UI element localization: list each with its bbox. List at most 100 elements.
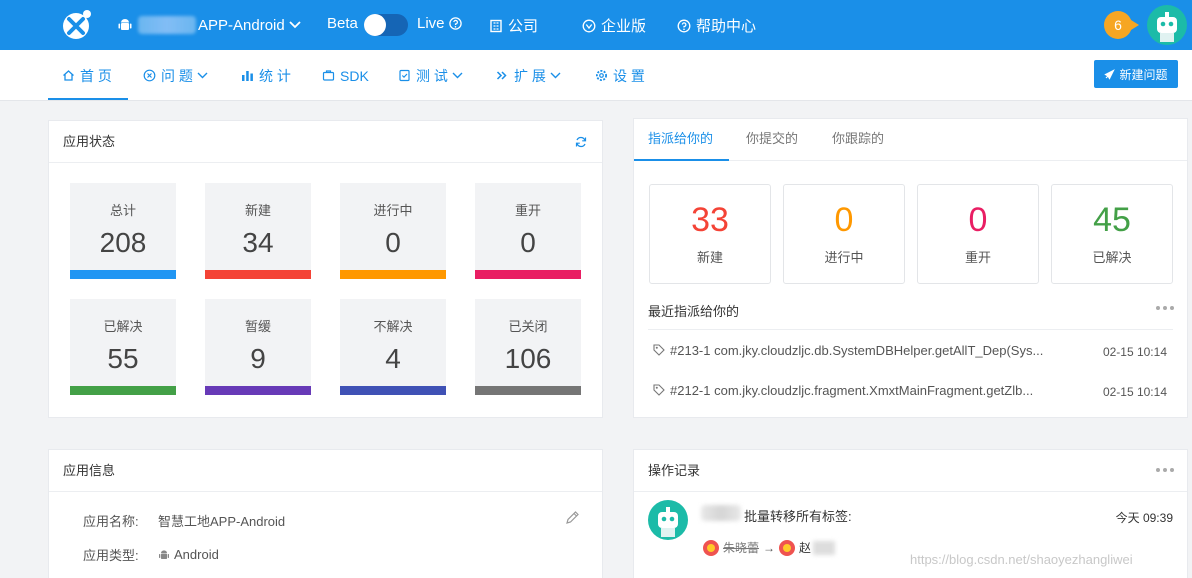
arrow-right-icon: → — [763, 540, 776, 555]
tile-value: 0 — [520, 227, 536, 258]
toggle-knob — [364, 14, 386, 36]
status-tile-resolved[interactable]: 已解决 55 — [70, 299, 176, 395]
app-switcher[interactable]: APP-Android — [118, 15, 301, 35]
live-text: Live — [417, 15, 445, 32]
operation-detail: 朱晓蕾 → 赵 — [703, 539, 836, 556]
tile-color-bar — [205, 270, 311, 279]
status-tile-closed[interactable]: 已关闭 106 — [475, 299, 581, 395]
sub-navigation: 首 页 问 题 统 计 SDK 测 试 扩 展 设 置 — [0, 50, 1192, 101]
tile-value: 208 — [99, 227, 147, 258]
chevron-down-icon — [550, 72, 561, 79]
nav-settings[interactable]: 设 置 — [595, 50, 645, 101]
beta-live-toggle[interactable] — [364, 14, 408, 36]
tile-value: 0 — [385, 227, 401, 258]
tab-followed-by-you[interactable]: 你跟踪的 — [832, 119, 884, 161]
recent-issue-row[interactable]: #213-1 com.jky.cloudzljc.db.SystemDBHelp… — [648, 331, 1173, 371]
app-logo-icon[interactable] — [60, 9, 94, 41]
nav-extend-label: 扩 展 — [514, 67, 546, 84]
tile-value: 34 — [242, 227, 274, 258]
nav-sdk[interactable]: SDK — [322, 50, 369, 101]
issue-title: #212-1 com.jky.cloudzljc.fragment.XmxtMa… — [670, 383, 1034, 398]
tile-label: 已解决 — [103, 319, 143, 334]
tile-value: 9 — [250, 343, 266, 374]
issue-title: #213-1 com.jky.cloudzljc.db.SystemDBHelp… — [670, 343, 1044, 358]
tile-color-bar — [70, 270, 176, 279]
home-icon — [63, 70, 74, 81]
status-tile-total[interactable]: 总计 208 — [70, 183, 176, 279]
tile-value: 55 — [107, 343, 139, 374]
app-name: APP-Android — [198, 16, 285, 34]
app-info-title: 应用信息 — [49, 450, 602, 492]
extend-icon — [496, 71, 507, 80]
status-tile-new[interactable]: 新建 34 — [205, 183, 311, 279]
tab-assigned-to-you[interactable]: 指派给你的 — [648, 119, 713, 161]
stat-label: 已解决 — [1092, 250, 1132, 265]
enterprise-link[interactable]: 企业版 — [582, 15, 646, 36]
status-tile-deferred[interactable]: 暂缓 9 — [205, 299, 311, 395]
operation-action: 批量转移所有标签: — [744, 509, 852, 524]
app-name-row: 应用名称: 智慧工地APP-Android — [83, 511, 285, 530]
edit-icon[interactable] — [565, 510, 580, 525]
nav-test[interactable]: 测 试 — [398, 50, 463, 101]
assigned-issues-card: 指派给你的 你提交的 你跟踪的 33 新建 0 进行中 0 重开 45 已解决 … — [633, 118, 1188, 418]
more-icon[interactable] — [1156, 468, 1174, 474]
stat-value: 0 — [834, 201, 854, 239]
app-name-key: 应用名称: — [83, 514, 139, 529]
enterprise-label: 企业版 — [601, 18, 647, 35]
issue-time: 02-15 10:14 — [1102, 385, 1167, 399]
live-label: Live — [417, 15, 462, 32]
tile-label: 已关闭 — [508, 319, 548, 334]
tile-color-bar — [340, 270, 446, 279]
nav-extend[interactable]: 扩 展 — [496, 50, 561, 101]
app-type-row: 应用类型: Android — [83, 545, 219, 564]
tile-color-bar — [340, 386, 446, 395]
tile-label: 重开 — [514, 203, 541, 218]
tile-label: 不解决 — [373, 319, 413, 334]
beta-label: Beta — [327, 15, 358, 32]
tile-color-bar — [70, 386, 176, 395]
stat-label: 新建 — [696, 250, 723, 265]
app-name-value: 智慧工地APP-Android — [158, 514, 286, 529]
nav-stats[interactable]: 统 计 — [241, 50, 291, 101]
notification-badge[interactable]: 6 — [1104, 11, 1139, 39]
help-center-link[interactable]: 帮助中心 — [677, 15, 756, 36]
nav-home[interactable]: 首 页 — [62, 50, 112, 101]
assigned-stat-in-progress[interactable]: 0 进行中 — [783, 184, 905, 284]
status-tile-in-progress[interactable]: 进行中 0 — [340, 183, 446, 279]
nav-issues[interactable]: 问 题 — [143, 50, 208, 101]
tile-color-bar — [205, 386, 311, 395]
question-icon[interactable] — [448, 17, 462, 30]
building-icon — [490, 19, 502, 32]
enterprise-icon — [582, 19, 596, 32]
more-icon[interactable] — [1156, 306, 1174, 312]
tile-label: 总计 — [109, 203, 136, 218]
tab-submitted-by-you[interactable]: 你提交的 — [746, 119, 798, 161]
refresh-icon[interactable] — [575, 136, 587, 148]
stat-value: 45 — [1093, 201, 1131, 239]
user-avatar[interactable] — [1147, 5, 1187, 45]
from-user-avatar — [703, 539, 719, 556]
stat-label: 进行中 — [824, 250, 864, 265]
nav-issues-label: 问 题 — [161, 67, 193, 84]
to-user-name: 赵 — [799, 541, 812, 555]
active-tab-indicator — [48, 98, 128, 100]
company-link[interactable]: 公司 — [489, 15, 538, 36]
status-tile-reopened[interactable]: 重开 0 — [475, 183, 581, 279]
android-icon — [118, 19, 132, 30]
nav-sdk-label: SDK — [340, 67, 369, 84]
active-tab-indicator — [634, 159, 729, 161]
status-tile-wontfix[interactable]: 不解决 4 — [340, 299, 446, 395]
robot-avatar-icon — [658, 507, 678, 537]
assigned-stat-resolved[interactable]: 45 已解决 — [1051, 184, 1173, 284]
assigned-stat-new[interactable]: 33 新建 — [649, 184, 771, 284]
nav-home-label: 首 页 — [80, 67, 112, 84]
help-center-label: 帮助中心 — [696, 18, 757, 35]
watermark: https://blog.csdn.net/shaoyezhangliwei — [910, 552, 1133, 567]
new-issue-button[interactable]: 新建问题 — [1094, 60, 1178, 88]
recent-issue-row[interactable]: #212-1 com.jky.cloudzljc.fragment.XmxtMa… — [648, 371, 1173, 411]
assigned-stat-reopened[interactable]: 0 重开 — [917, 184, 1039, 284]
operation-time: 今天 09:39 — [1115, 511, 1173, 525]
robot-avatar-icon — [1157, 12, 1177, 42]
tile-color-bar — [475, 386, 581, 395]
tag-icon — [653, 384, 665, 396]
